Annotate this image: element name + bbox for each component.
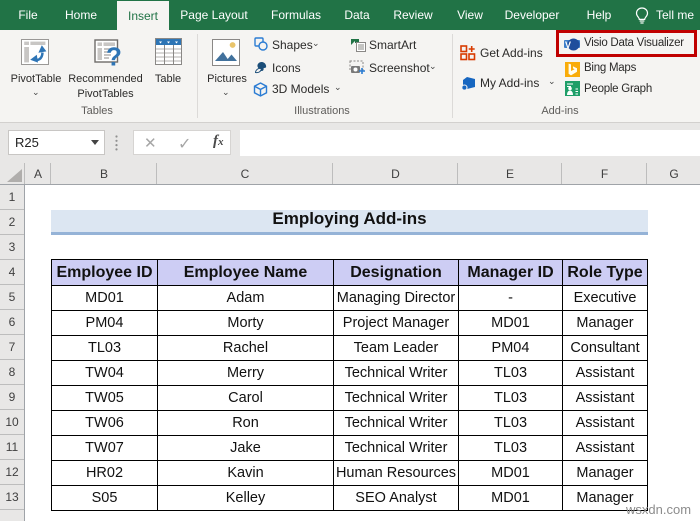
svg-text:?: ?: [106, 42, 122, 70]
svg-text:V: V: [565, 40, 571, 50]
